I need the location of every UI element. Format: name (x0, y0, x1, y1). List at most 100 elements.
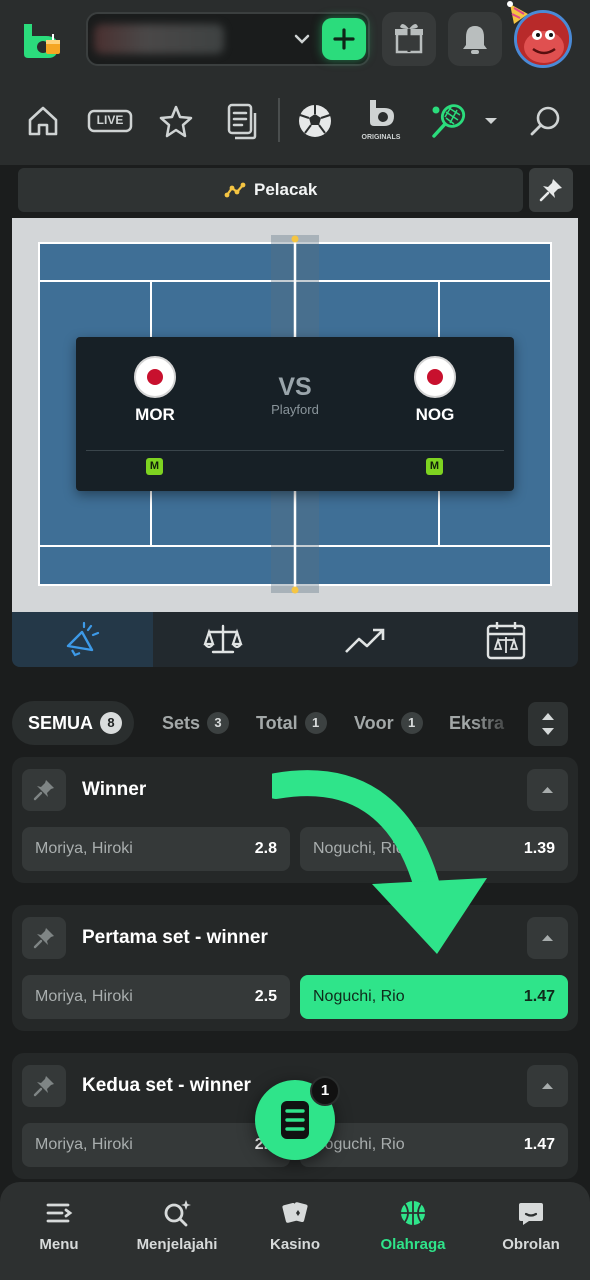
filter-voor[interactable]: Voor 1 (354, 701, 423, 745)
notification-button[interactable] (448, 12, 502, 66)
pin-market-button[interactable] (22, 769, 66, 811)
home-badge: M (146, 458, 163, 475)
market-title: Winner (82, 779, 147, 800)
market-title: Kedua set - winner (82, 1075, 251, 1096)
selection-odds: 1.47 (523, 988, 555, 1005)
nav-casino[interactable]: Kasino (240, 1198, 350, 1268)
market-card: Winner Moriya, Hiroki 2.8 Noguchi, Rio 1… (12, 757, 578, 883)
home-team-code: MOR (135, 405, 175, 424)
star-icon[interactable] (151, 96, 201, 146)
odds-button-away[interactable]: Noguchi, Rio 1.39 (300, 827, 568, 871)
nav-label: Olahraga (380, 1236, 446, 1253)
pin-tracker-button[interactable] (529, 168, 573, 212)
pin-icon (22, 769, 66, 811)
filter-label: Sets (162, 712, 201, 733)
pin-icon (529, 168, 573, 212)
collapse-all-button[interactable] (528, 702, 568, 746)
odds-button-home[interactable]: Moriya, Hiroki 2.8 (22, 827, 290, 871)
scales-icon (201, 620, 245, 660)
betslip-icon[interactable] (217, 96, 267, 146)
versus-label: VS (278, 373, 312, 401)
filter-count: 3 (207, 712, 230, 734)
soccer-icon[interactable] (290, 96, 340, 146)
collapse-market-button[interactable] (527, 769, 568, 811)
tracker-icon (224, 180, 246, 200)
deposit-button[interactable] (322, 18, 366, 60)
away-badge: M (426, 458, 443, 475)
cards-icon (240, 1198, 350, 1228)
basketball-icon (358, 1198, 468, 1228)
filter-label: SEMUA (28, 712, 94, 733)
filter-total[interactable]: Total 1 (256, 701, 327, 745)
chevron-down-icon[interactable] (292, 28, 312, 50)
chevron-up-icon (527, 917, 568, 959)
filter-label: Voor (354, 712, 394, 733)
originals-label: ORIGINALS (361, 134, 401, 141)
nav-divider (278, 98, 280, 142)
tab-commentary[interactable] (60, 620, 104, 660)
gift-icon (382, 12, 436, 66)
bc-game-logo-icon[interactable] (18, 14, 66, 62)
odds-button-away[interactable]: Noguchi, Rio 1.47 (300, 1123, 568, 1167)
party-hat-icon (506, 0, 532, 28)
megaphone-icon (60, 620, 104, 660)
nav-sports[interactable]: Olahraga (358, 1198, 468, 1268)
filter-count: 8 (100, 712, 123, 734)
tab-statistics[interactable] (343, 620, 387, 660)
selection-name: Noguchi, Rio (313, 840, 405, 857)
nav-label: Menu (39, 1236, 79, 1253)
live-icon[interactable]: LIVE (85, 96, 135, 146)
selection-name: Moriya, Hiroki (35, 1136, 133, 1153)
nav-explore[interactable]: Menjelajahi (122, 1198, 232, 1268)
filter-semua[interactable]: SEMUA 8 (12, 701, 135, 745)
search-icon[interactable] (520, 96, 570, 146)
pin-icon (22, 1065, 66, 1107)
gift-button[interactable] (382, 12, 436, 66)
japan-flag-icon (134, 356, 176, 398)
chevron-up-icon (527, 1065, 568, 1107)
wallet-balance-hidden (94, 24, 224, 54)
tennis-icon[interactable] (424, 96, 474, 146)
originals-icon[interactable]: ORIGINALS (356, 96, 406, 146)
selection-name: Noguchi, Rio (313, 988, 405, 1005)
away-team-code: NOG (415, 405, 455, 424)
pin-market-button[interactable] (22, 1065, 66, 1107)
filter-label: Total (256, 712, 298, 733)
odds-button-home[interactable]: Moriya, Hiroki 2.5 (22, 1123, 290, 1167)
filter-sets[interactable]: Sets 3 (162, 701, 230, 745)
nav-menu[interactable]: Menu (4, 1198, 114, 1268)
nav-label: Obrolan (502, 1236, 560, 1253)
selection-odds: 2.8 (254, 840, 277, 857)
nav-chat[interactable]: Obrolan (476, 1198, 586, 1268)
sort-arrows-icon (528, 702, 568, 746)
tracker-label: Pelacak (254, 180, 318, 199)
filter-count: 1 (304, 712, 327, 734)
betslip-count-badge: 1 (310, 1076, 340, 1106)
market-title: Pertama set - winner (82, 927, 268, 948)
live-label: LIVE (96, 113, 124, 127)
wallet-selector[interactable] (86, 12, 370, 66)
odds-button-away-selected[interactable]: Noguchi, Rio 1.47 (300, 975, 568, 1019)
selection-odds: 2.5 (254, 988, 277, 1005)
home-icon[interactable] (18, 96, 68, 146)
venue-label: Playford (271, 402, 319, 417)
japan-flag-icon (414, 356, 456, 398)
collapse-market-button[interactable] (527, 1065, 568, 1107)
odds-button-home[interactable]: Moriya, Hiroki 2.5 (22, 975, 290, 1019)
selection-name: Moriya, Hiroki (35, 988, 133, 1005)
filter-fade (470, 700, 520, 746)
selection-name: Moriya, Hiroki (35, 840, 133, 857)
trend-up-icon (343, 620, 387, 660)
scoreboard-divider (86, 450, 504, 451)
bell-icon (448, 12, 502, 66)
menu-icon (4, 1198, 114, 1228)
chat-icon (476, 1198, 586, 1228)
sport-dropdown-icon[interactable] (478, 96, 504, 146)
pin-market-button[interactable] (22, 917, 66, 959)
selection-odds: 1.47 (523, 1136, 555, 1153)
market-card: Pertama set - winner Moriya, Hiroki 2.5 … (12, 905, 578, 1031)
tab-comparison[interactable] (201, 620, 245, 660)
tab-head-to-head[interactable] (484, 620, 528, 660)
collapse-market-button[interactable] (527, 917, 568, 959)
filter-count: 1 (400, 712, 423, 734)
